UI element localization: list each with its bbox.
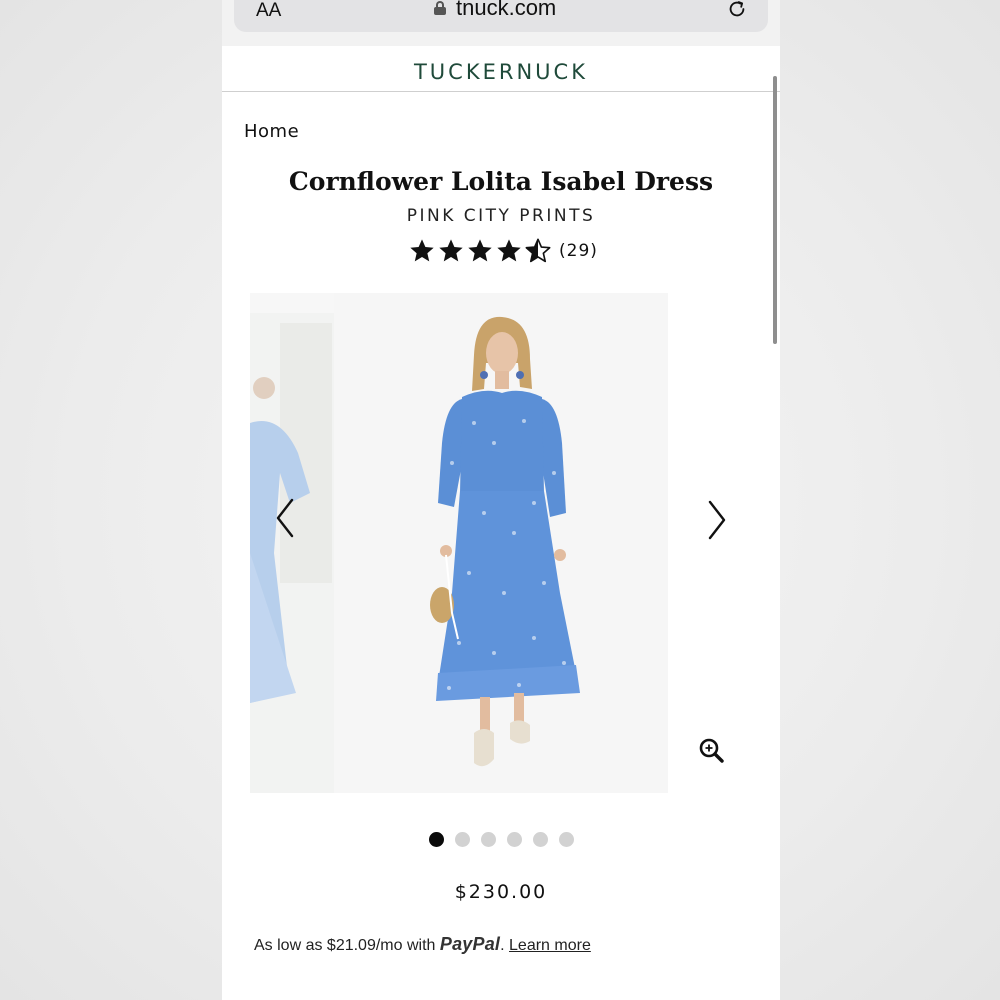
carousel-dot[interactable] [454, 832, 470, 847]
product-designer[interactable]: PINK CITY PRINTS [222, 206, 780, 226]
carousel-dots [222, 832, 780, 847]
carousel-dot[interactable] [480, 832, 496, 847]
browser-chrome: AA tnuck.com [222, 0, 780, 46]
product-rating[interactable]: (29) [408, 236, 598, 266]
star-full-icon [468, 239, 492, 262]
star-full-icon [410, 239, 434, 262]
lock-icon [434, 1, 446, 15]
product-title: Cornflower Lolita Isabel Dress [288, 167, 714, 196]
financing-text: As low as $21.09/mo with [254, 937, 436, 954]
review-count[interactable]: (29) [559, 241, 598, 261]
text-size-button[interactable]: AA [256, 0, 281, 22]
carousel-dot[interactable] [506, 832, 522, 847]
url-domain[interactable]: tnuck.com [456, 0, 556, 21]
carousel-dot[interactable] [532, 832, 548, 847]
brand-logo[interactable]: TUCKERNUCK [222, 60, 780, 84]
paypal-financing-message: As low as $21.09/mo with PayPal. Learn m… [254, 934, 591, 955]
star-full-icon [497, 239, 521, 262]
learn-more-link[interactable]: Learn more [509, 937, 591, 954]
carousel-dot[interactable] [428, 832, 444, 847]
chevron-left-icon[interactable] [272, 496, 296, 540]
dress-photo [430, 316, 580, 767]
breadcrumb-home[interactable]: Home [244, 121, 299, 142]
star-full-icon [439, 239, 463, 262]
site-header: TUCKERNUCK [222, 46, 780, 92]
phone-screen: AA tnuck.com TUCKERNUCK Home Cornflower … [222, 0, 780, 1000]
paypal-logo: PayPal [439, 934, 501, 954]
chevron-right-icon[interactable] [706, 498, 730, 542]
main-product-image[interactable] [334, 293, 668, 793]
zoom-in-icon[interactable] [698, 737, 724, 763]
reload-icon[interactable] [726, 0, 748, 20]
address-bar[interactable]: AA tnuck.com [234, 0, 768, 32]
previous-slide-image [250, 293, 334, 793]
product-image-carousel[interactable] [250, 293, 750, 793]
star-half-icon [525, 238, 551, 263]
carousel-dot[interactable] [558, 832, 574, 847]
web-page: TUCKERNUCK Home Cornflower Lolita Isabel… [222, 46, 780, 1000]
product-price: $230.00 [454, 881, 548, 903]
financing-separator: . [500, 937, 505, 954]
